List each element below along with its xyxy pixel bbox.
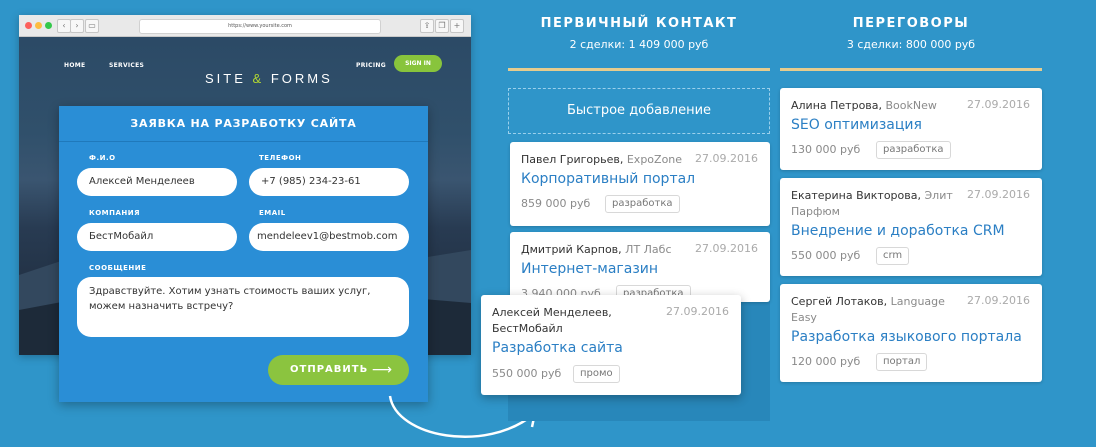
deal-tag[interactable]: разработка bbox=[876, 141, 951, 159]
arrow-right-icon: ⟶ bbox=[371, 362, 393, 378]
email-input[interactable]: mendeleev1@bestmob.com bbox=[249, 223, 409, 251]
deal-card[interactable]: Сергей Лотаков, Language Easy 27.09.2016… bbox=[780, 284, 1042, 382]
company-name: БестМобайл bbox=[492, 322, 563, 335]
message-textarea[interactable]: Здравствуйте. Хотим узнать стоимость ваш… bbox=[77, 277, 409, 337]
deal-card[interactable]: Павел Григорьев, ExpoZone 27.09.2016 Кор… bbox=[510, 142, 770, 226]
column-divider-negotiations bbox=[780, 68, 1042, 71]
company-name: ЛТ Лабс bbox=[625, 243, 672, 256]
email-label: EMAIL bbox=[259, 209, 286, 217]
deal-tag[interactable]: crm bbox=[876, 247, 910, 265]
column-summary-primary: 2 сделки: 1 409 000 руб bbox=[569, 38, 709, 51]
column-divider-primary bbox=[508, 68, 770, 71]
column-summary-negotiations: 3 сделки: 800 000 руб bbox=[846, 38, 976, 51]
submit-label: ОТПРАВИТЬ bbox=[290, 364, 369, 375]
submit-button[interactable]: ОТПРАВИТЬ ⟶ bbox=[268, 355, 409, 385]
deal-title[interactable]: SEO оптимизация bbox=[791, 117, 922, 133]
tabs-icon[interactable]: ❐ bbox=[435, 19, 449, 33]
back-icon[interactable]: ‹ bbox=[57, 19, 71, 33]
person-name: Алексей Менделеев, bbox=[492, 306, 612, 319]
deal-date: 27.09.2016 bbox=[967, 98, 1030, 111]
person-name: Алина Петрова, bbox=[791, 99, 883, 112]
deal-title[interactable]: Разработка языкового портала bbox=[791, 329, 1022, 345]
person-name: Павел Григорьев, bbox=[521, 153, 624, 166]
sidebar-icon[interactable]: ▭ bbox=[85, 19, 99, 33]
deal-price: 120 000 руб bbox=[791, 355, 861, 368]
deal-title[interactable]: Внедрение и доработка CRM bbox=[791, 223, 1005, 239]
logo-text-right: FORMS bbox=[270, 71, 333, 86]
deal-card[interactable]: Алина Петрова, BookNew 27.09.2016 SEO оп… bbox=[780, 88, 1042, 170]
contact-person: Екатерина Викторова, Элит Парфюм bbox=[791, 188, 961, 220]
forward-icon[interactable]: › bbox=[70, 19, 84, 33]
logo-ampersand: & bbox=[252, 71, 265, 86]
contact-person: Алина Петрова, BookNew bbox=[791, 98, 937, 114]
quick-add-button[interactable]: Быстрое добавление bbox=[508, 88, 770, 134]
site-nav-pricing[interactable]: PRICING bbox=[356, 62, 386, 69]
deal-date: 27.09.2016 bbox=[666, 305, 729, 318]
deal-card[interactable]: Дмитрий Карпов, ЛТ Лабс 27.09.2016 Интер… bbox=[510, 232, 770, 302]
deal-date: 27.09.2016 bbox=[967, 294, 1030, 307]
close-dot-icon[interactable] bbox=[25, 22, 32, 29]
deal-price: 859 000 руб bbox=[521, 197, 591, 210]
phone-input[interactable]: +7 (985) 234-23-61 bbox=[249, 168, 409, 196]
form-title: ЗАЯВКА НА РАЗРАБОТКУ САЙТА bbox=[130, 117, 357, 130]
phone-label: ТЕЛЕФОН bbox=[259, 154, 302, 162]
deal-title[interactable]: Интернет-магазин bbox=[521, 261, 658, 277]
site-nav-home[interactable]: HOME bbox=[64, 62, 85, 69]
address-bar[interactable]: https://www.yoursite.com bbox=[139, 19, 381, 34]
new-tab-icon[interactable]: + bbox=[450, 19, 464, 33]
logo-text-left: SITE bbox=[205, 71, 246, 86]
contact-person: Алексей Менделеев, БестМобайл bbox=[492, 305, 642, 337]
deal-date: 27.09.2016 bbox=[695, 152, 758, 165]
person-name: Дмитрий Карпов, bbox=[521, 243, 622, 256]
browser-toolbar: ‹ › ▭ https://www.yoursite.com ⇪ ❐ + bbox=[19, 15, 471, 37]
minimize-dot-icon[interactable] bbox=[35, 22, 42, 29]
company-input[interactable]: БестМобайл bbox=[77, 223, 237, 251]
lead-form: ЗАЯВКА НА РАЗРАБОТКУ САЙТА Ф.И.О Алексей… bbox=[59, 106, 428, 402]
person-name: Сергей Лотаков, bbox=[791, 295, 888, 308]
deal-card[interactable]: Екатерина Викторова, Элит Парфюм 27.09.2… bbox=[780, 178, 1042, 276]
site-nav-services[interactable]: SERVICES bbox=[109, 62, 144, 69]
deal-price: 550 000 руб bbox=[492, 367, 562, 380]
person-name: Екатерина Викторова, bbox=[791, 189, 921, 202]
contact-person: Сергей Лотаков, Language Easy bbox=[791, 294, 961, 326]
share-icon[interactable]: ⇪ bbox=[420, 19, 434, 33]
column-title-negotiations: ПЕРЕГОВОРЫ bbox=[852, 16, 970, 31]
fio-input[interactable]: Алексей Менделеев bbox=[77, 168, 237, 196]
site-logo: SITE & FORMS bbox=[205, 71, 333, 86]
fio-label: Ф.И.О bbox=[89, 154, 116, 162]
deal-date: 27.09.2016 bbox=[695, 242, 758, 255]
deal-price: 550 000 руб bbox=[791, 249, 861, 262]
contact-person: Павел Григорьев, ExpoZone bbox=[521, 152, 682, 168]
deal-tag[interactable]: портал bbox=[876, 353, 928, 371]
company-name: ExpoZone bbox=[626, 153, 683, 166]
contact-person: Дмитрий Карпов, ЛТ Лабс bbox=[521, 242, 672, 258]
maximize-dot-icon[interactable] bbox=[45, 22, 52, 29]
deal-date: 27.09.2016 bbox=[967, 188, 1030, 201]
company-name: BookNew bbox=[885, 99, 937, 112]
form-divider bbox=[59, 141, 428, 142]
new-deal-card[interactable]: Алексей Менделеев, БестМобайл 27.09.2016… bbox=[481, 295, 741, 395]
column-title-primary: ПЕРВИЧНЫЙ КОНТАКТ bbox=[540, 16, 738, 31]
company-label: КОМПАНИЯ bbox=[89, 209, 141, 217]
message-label: СООБЩЕНИЕ bbox=[89, 264, 147, 272]
deal-title[interactable]: Корпоративный портал bbox=[521, 171, 695, 187]
deal-price: 130 000 руб bbox=[791, 143, 861, 156]
sign-in-button[interactable]: SIGN IN bbox=[394, 55, 442, 72]
deal-tag[interactable]: разработка bbox=[605, 195, 680, 213]
deal-tag[interactable]: промо bbox=[573, 365, 620, 383]
deal-title[interactable]: Разработка сайта bbox=[492, 340, 623, 356]
